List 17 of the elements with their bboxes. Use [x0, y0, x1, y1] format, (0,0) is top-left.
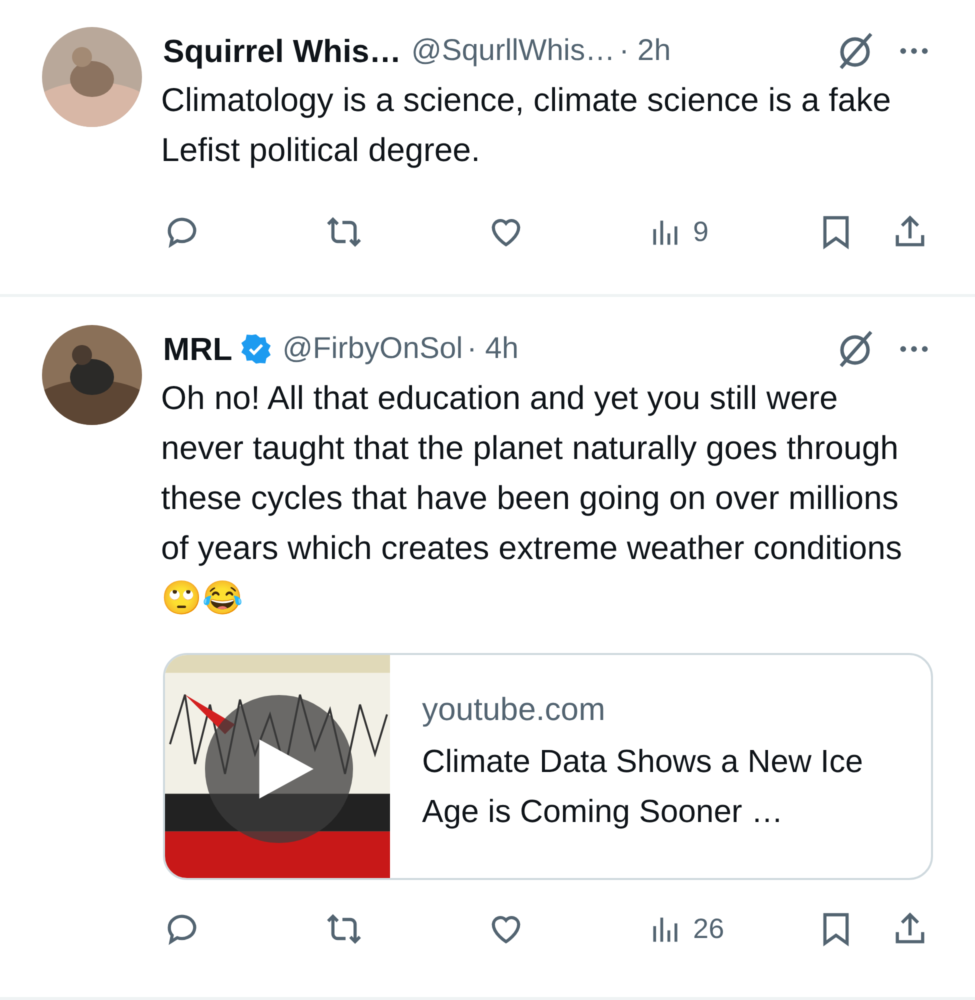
post-time[interactable]: · 2h	[619, 34, 671, 68]
more-icon[interactable]	[899, 46, 929, 56]
link-domain: youtube.com	[422, 691, 606, 728]
view-count: 9	[693, 216, 709, 248]
user-handle[interactable]: @FirbyOnSol	[282, 332, 463, 366]
post-time[interactable]: · 4h	[466, 332, 519, 366]
user-name[interactable]: Squirrel Whis…	[163, 32, 402, 70]
link-title: Climate Data Shows a New Ice Age is Coming Sooner …	[422, 742, 864, 831]
user-name[interactable]: MRL	[163, 330, 232, 368]
post-text: Climatology is a science, climate science is a fake Lefist political degree.	[161, 80, 892, 170]
play-button[interactable]	[205, 695, 353, 843]
post-text: Oh no! All that education and yet you still were never taught that the planet naturally goes through these cycles that have been going on over millions of years which creates extreme weather conditions 🙄😂	[161, 378, 904, 618]
user-handle[interactable]: @SqurllWhis…	[411, 34, 616, 68]
link-card[interactable]: youtube.com Climate Data Shows a New Ice Age is Coming Sooner …	[163, 653, 933, 880]
verified-badge-icon	[240, 333, 272, 365]
view-count: 26	[693, 913, 724, 945]
more-icon[interactable]	[899, 344, 929, 354]
